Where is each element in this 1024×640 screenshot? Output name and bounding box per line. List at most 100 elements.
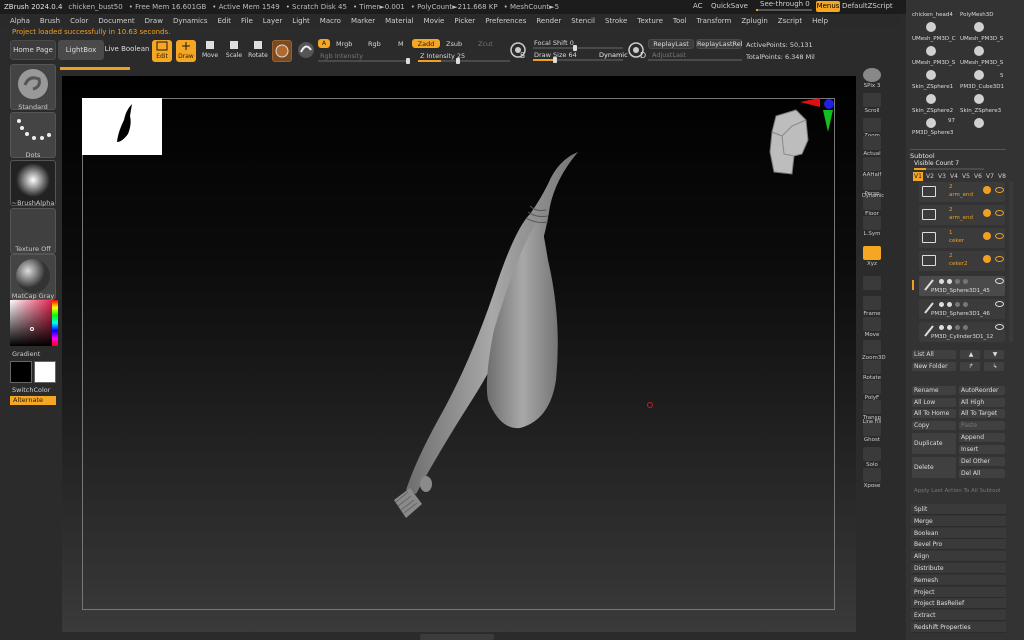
paste-button[interactable]: Paste bbox=[959, 421, 1005, 430]
edit-button[interactable]: Edit bbox=[152, 40, 172, 62]
gear-icon[interactable] bbox=[983, 255, 991, 263]
copy-button[interactable]: Copy bbox=[912, 421, 956, 430]
draw-button[interactable]: Draw bbox=[176, 40, 196, 62]
menus-button[interactable]: Menus bbox=[816, 1, 840, 12]
m-button[interactable]: M bbox=[398, 40, 404, 48]
version-tab[interactable]: V3 bbox=[937, 172, 947, 181]
bottom-shelf-handle[interactable] bbox=[420, 634, 494, 640]
default-zscript-button[interactable]: DefaultZScript bbox=[842, 2, 893, 10]
duplicate-button[interactable]: Duplicate bbox=[912, 433, 956, 454]
tool-thumb-label[interactable]: PM3D_Sphere3 bbox=[912, 130, 953, 136]
shelf-zoom3d-button[interactable]: Zoom3D bbox=[862, 340, 886, 361]
switch-color-button[interactable]: SwitchColor bbox=[12, 386, 50, 394]
subtool-toggle-icons[interactable] bbox=[939, 325, 1001, 330]
menu-edit[interactable]: Edit bbox=[217, 17, 231, 25]
menu-material[interactable]: Material bbox=[385, 17, 413, 25]
menu-stencil[interactable]: Stencil bbox=[571, 17, 595, 25]
version-tab[interactable]: V5 bbox=[961, 172, 971, 181]
version-tab[interactable]: V6 bbox=[973, 172, 983, 181]
eye-icon[interactable] bbox=[995, 187, 1004, 193]
subtool-header[interactable]: Subtool bbox=[910, 149, 1006, 160]
menu-marker[interactable]: Marker bbox=[351, 17, 375, 25]
version-tab[interactable]: V7 bbox=[985, 172, 995, 181]
shelf-spix-3-button[interactable]: SPix 3 bbox=[862, 68, 882, 89]
a-button[interactable]: A bbox=[318, 39, 330, 48]
tool-thumb-label[interactable]: UMesh_PM3D_S bbox=[960, 60, 1003, 66]
adjust-last-slider[interactable] bbox=[648, 59, 742, 61]
subtool-folder-row[interactable]: 1 ceker bbox=[919, 228, 1005, 248]
all-high-button[interactable]: All High bbox=[959, 398, 1005, 407]
list-all-button[interactable]: List All bbox=[912, 350, 956, 359]
gear-icon[interactable] bbox=[983, 186, 991, 194]
focal-shift-slider[interactable] bbox=[533, 45, 623, 51]
tool-thumb-icon[interactable] bbox=[926, 70, 936, 80]
secondary-color-swatch[interactable] bbox=[34, 361, 56, 383]
arrow-undo-icon[interactable]: ↳ bbox=[984, 362, 1004, 371]
rgb-button[interactable]: Rgb bbox=[368, 40, 381, 48]
eye-icon[interactable] bbox=[995, 301, 1004, 307]
menu-help[interactable]: Help bbox=[812, 17, 828, 25]
scale-button[interactable]: Scale bbox=[224, 40, 244, 62]
tool-thumb-icon[interactable] bbox=[926, 118, 936, 128]
eye-icon[interactable] bbox=[995, 210, 1004, 216]
navigator-thumbnail[interactable] bbox=[82, 98, 162, 155]
shelf-actual-button[interactable]: Actual bbox=[862, 136, 882, 157]
subtool-item-row[interactable]: PM3D_Sphere3D1_45 bbox=[919, 276, 1005, 296]
del-all-button[interactable]: Del All bbox=[959, 469, 1005, 478]
menu-extract[interactable]: Extract bbox=[911, 610, 1006, 622]
z-intensity-slider[interactable] bbox=[418, 58, 510, 64]
eye-icon[interactable] bbox=[995, 233, 1004, 239]
new-folder-button[interactable]: New Folder bbox=[912, 362, 956, 371]
menu-split[interactable]: Split bbox=[911, 504, 1006, 515]
see-through-slider[interactable] bbox=[756, 9, 812, 11]
menu-draw[interactable]: Draw bbox=[145, 17, 163, 25]
append-button[interactable]: Append bbox=[959, 433, 1005, 442]
all-to-target-button[interactable]: All To Target bbox=[959, 409, 1005, 418]
shelf-polyf-button[interactable]: PolyF bbox=[862, 380, 882, 401]
shelf-frame-button[interactable]: Frame bbox=[862, 296, 882, 317]
menu-zplugin[interactable]: Zplugin bbox=[741, 17, 767, 25]
tool-thumb-icon[interactable] bbox=[974, 70, 984, 80]
menu-stroke[interactable]: Stroke bbox=[605, 17, 627, 25]
subtool-folder-row[interactable]: 2 arm_end bbox=[919, 182, 1005, 202]
menu-distribute[interactable]: Distribute bbox=[911, 563, 1006, 574]
version-tab[interactable]: V4 bbox=[949, 172, 959, 181]
tool-thumb-label[interactable]: chicken_head4 bbox=[912, 12, 953, 18]
tool-thumb-label[interactable]: Skin_ZSphere1 bbox=[912, 84, 953, 90]
brush-thumbnail[interactable] bbox=[272, 40, 292, 62]
menu-render[interactable]: Render bbox=[536, 17, 561, 25]
shelf-floor-button[interactable]: Floor bbox=[862, 196, 882, 217]
version-tab[interactable]: V2 bbox=[925, 172, 935, 181]
3d-model-viewport[interactable] bbox=[380, 150, 600, 530]
subtool-toggle-icons[interactable] bbox=[939, 302, 1001, 307]
tool-thumb-label[interactable]: Skin_ZSphere3 bbox=[960, 108, 1001, 114]
tool-thumb-label[interactable]: UMesh_PM3D_C bbox=[912, 36, 956, 42]
quicksave-button[interactable]: QuickSave bbox=[711, 2, 748, 10]
tool-thumb-label[interactable]: Skin_ZSphere2 bbox=[912, 108, 953, 114]
menu-picker[interactable]: Picker bbox=[454, 17, 475, 25]
shelf-scroll-button[interactable]: Scroll bbox=[862, 93, 882, 114]
replay-last-button[interactable]: ReplayLast bbox=[648, 39, 694, 49]
orientation-gizmo[interactable] bbox=[760, 96, 840, 186]
version-tab[interactable]: V8 bbox=[997, 172, 1007, 181]
lightbox-button[interactable]: LightBox bbox=[58, 40, 104, 60]
tool-thumb-icon[interactable] bbox=[926, 46, 936, 56]
menu-movie[interactable]: Movie bbox=[424, 17, 445, 25]
mrgb-button[interactable]: Mrgb bbox=[336, 40, 352, 48]
eye-icon[interactable] bbox=[995, 324, 1004, 330]
tool-thumb-label[interactable]: UMesh_PM3D_S bbox=[912, 60, 955, 66]
insert-button[interactable]: Insert bbox=[959, 445, 1005, 454]
menu-brush[interactable]: Brush bbox=[40, 17, 60, 25]
version-tab[interactable]: V1 bbox=[913, 172, 923, 181]
rotate-button[interactable]: Rotate bbox=[247, 40, 269, 62]
shelf-l-sym-button[interactable]: L.Sym bbox=[862, 216, 882, 237]
subtool-item-row[interactable]: PM3D_Sphere3D1_46 bbox=[919, 299, 1005, 319]
menu-boolean[interactable]: Boolean bbox=[911, 527, 1006, 539]
home-page-button[interactable]: Home Page bbox=[10, 40, 56, 60]
menu-remesh[interactable]: Remesh bbox=[911, 574, 1006, 586]
live-boolean-button[interactable]: Live Boolean bbox=[104, 40, 150, 60]
menu-color[interactable]: Color bbox=[70, 17, 88, 25]
tool-thumb-icon[interactable] bbox=[974, 94, 984, 104]
menu-file[interactable]: File bbox=[241, 17, 253, 25]
ac-label[interactable]: AC bbox=[693, 2, 703, 10]
